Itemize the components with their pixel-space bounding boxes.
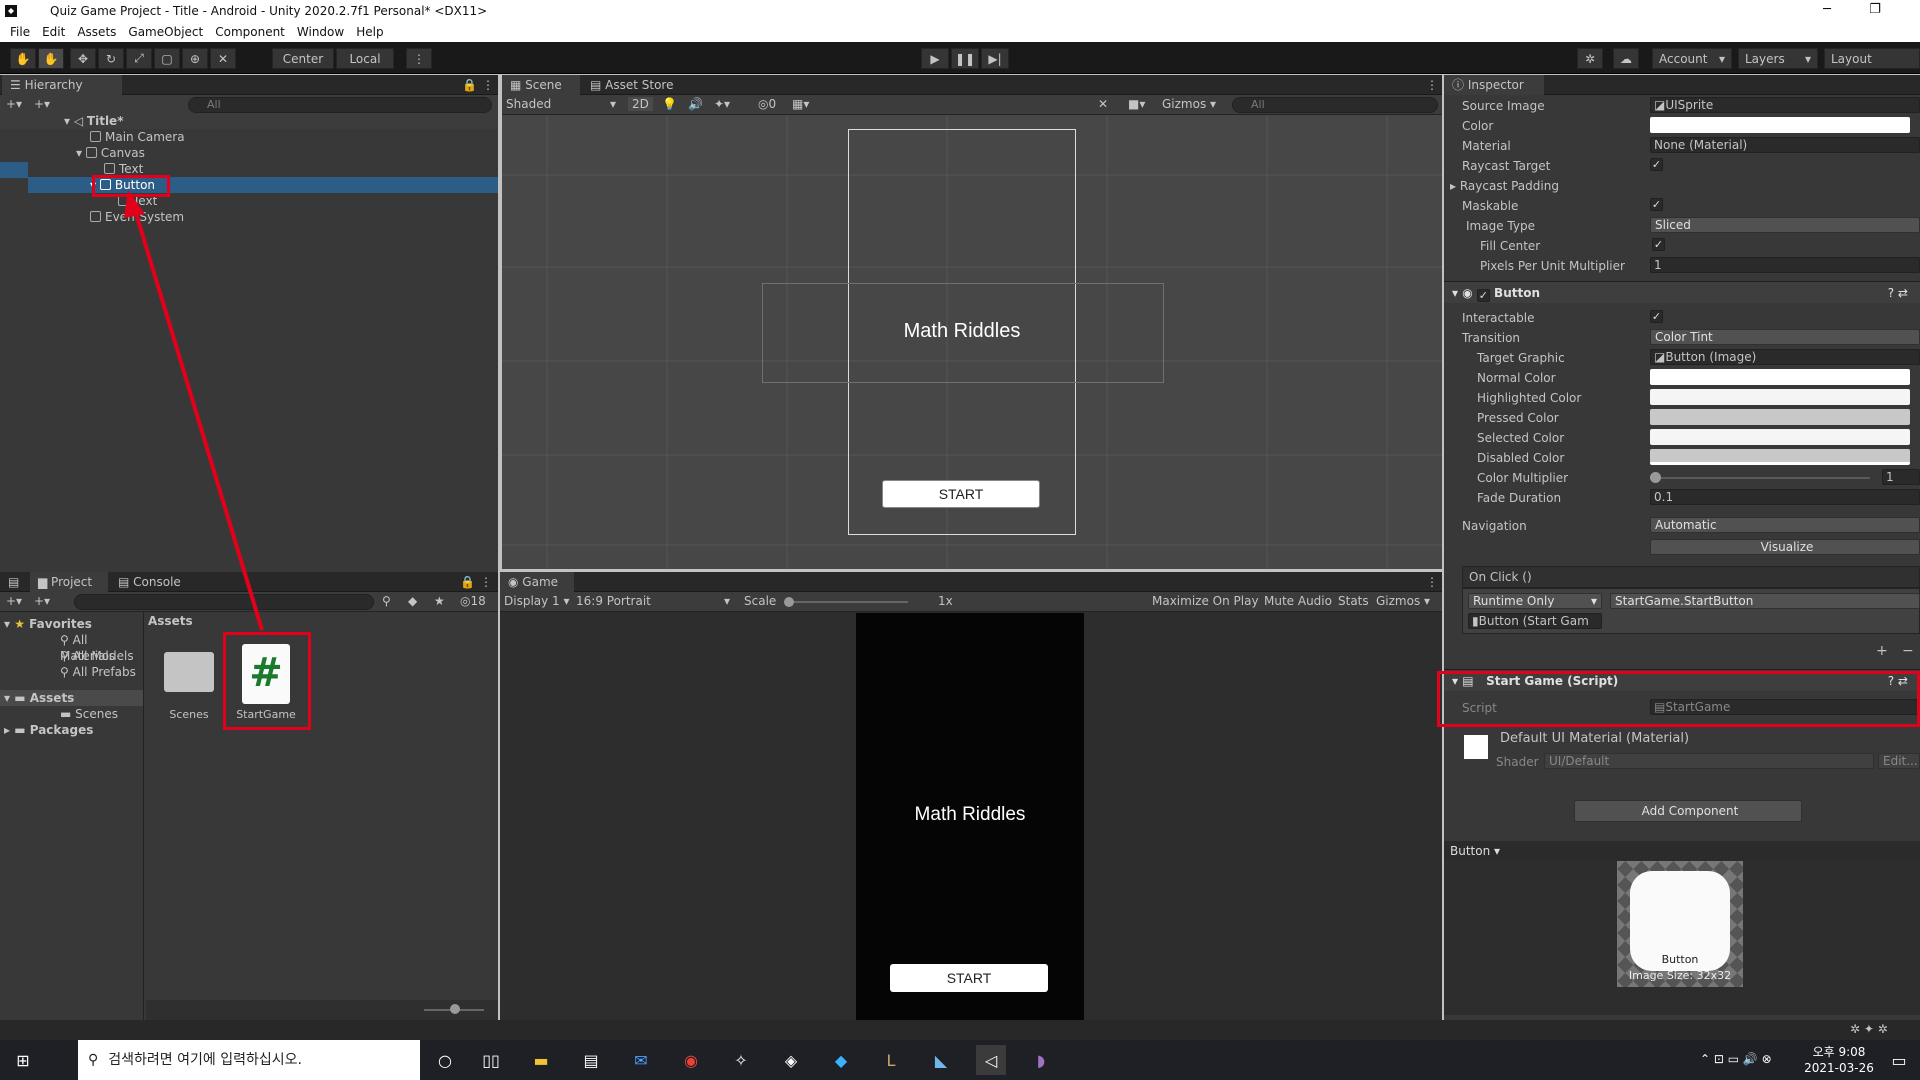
app2-icon[interactable]: ◆ (826, 1045, 856, 1075)
app3-icon[interactable]: ◣ (926, 1045, 956, 1075)
taskbar-search-placeholder: 검색하려면 여기에 입력하십시오. (108, 1052, 302, 1068)
unity-taskbar-icon[interactable]: ◁ (976, 1045, 1006, 1075)
steam-icon[interactable]: ◈ (776, 1045, 806, 1075)
mail-icon[interactable]: ✉ (626, 1045, 656, 1075)
taskbar-search-input[interactable]: ⚲ 검색하려면 여기에 입력하십시오. (78, 1040, 420, 1080)
windows-start-icon[interactable]: ⊞ (8, 1045, 38, 1075)
visual-studio-icon[interactable]: ◗ (1026, 1045, 1056, 1075)
taskbar: ⊞ ⚲ 검색하려면 여기에 입력하십시오. ○ ▯▯ ▬ ▤ ✉ ◉ ✧ ◈ ◆ … (0, 1040, 1920, 1080)
file-explorer-icon[interactable]: ▬ (526, 1045, 556, 1075)
chrome-icon[interactable]: ◉ (676, 1045, 706, 1075)
app-icon[interactable]: ✧ (726, 1045, 756, 1075)
clock-date[interactable]: 2021-03-26 (1804, 1061, 1874, 1075)
clock-time[interactable]: 오후 9:08 (1804, 1043, 1874, 1060)
notification-icon[interactable]: ▭ (1884, 1045, 1914, 1075)
search-icon: ⚲ (88, 1052, 99, 1068)
task-view-icon[interactable]: ▯▯ (476, 1045, 506, 1075)
league-icon[interactable]: L (876, 1045, 906, 1075)
annotation-arrow (124, 190, 264, 631)
store-icon[interactable]: ▤ (576, 1045, 606, 1075)
cortana-icon[interactable]: ○ (430, 1045, 460, 1075)
tray-icons[interactable]: ⌃ ⊡ ▭ 🔊 ⊗ (1700, 1052, 1772, 1066)
